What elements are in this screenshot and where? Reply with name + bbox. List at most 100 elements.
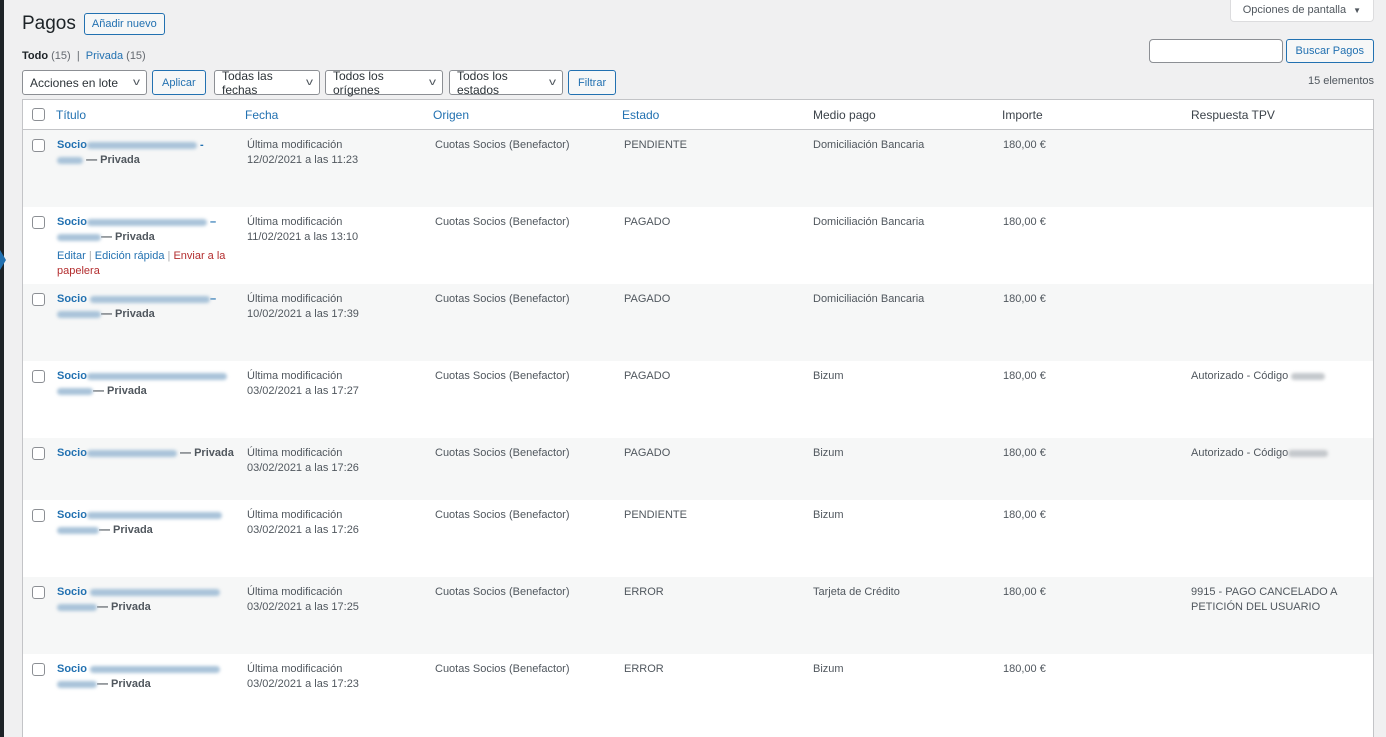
row-date-cell: Última modificación 03/02/2021 a las 17:…	[247, 446, 359, 476]
row-title-link[interactable]: Socio	[57, 447, 87, 459]
row-date-cell: Última modificación 03/02/2021 a las 17:…	[247, 508, 359, 538]
row-checkbox[interactable]	[32, 663, 45, 676]
row-title-link[interactable]: Socio	[57, 586, 87, 598]
select-all-checkbox[interactable]	[32, 108, 45, 121]
table-row: Socio — Privada Última modificación 03/0…	[23, 500, 1373, 577]
row-date: 03/02/2021 a las 17:26	[247, 462, 359, 474]
row-status: PAGADO	[624, 293, 671, 305]
redacted-text	[57, 233, 101, 241]
row-title-cell: Socio — Privada	[57, 508, 232, 538]
redacted-text	[57, 310, 101, 318]
row-amount: 180,00 €	[1003, 586, 1046, 598]
origin-filter-select[interactable]: Todos los orígenes v	[325, 69, 443, 97]
items-count: 15 elementos	[1307, 75, 1374, 87]
admin-sidebar-edge	[0, 0, 6, 737]
column-origin[interactable]: Origen	[433, 108, 469, 122]
row-checkbox[interactable]	[32, 586, 45, 599]
row-date-label: Última modificación	[247, 370, 343, 382]
row-title-cell: Socio — Privada	[57, 662, 232, 692]
row-origin: Cuotas Socios (Benefactor)	[435, 663, 570, 675]
status-filter-select[interactable]: Todos los estados v	[449, 69, 563, 97]
bulk-actions-value: Acciones en lote	[30, 75, 119, 90]
column-payment-method: Medio pago	[813, 108, 876, 122]
column-status[interactable]: Estado	[622, 108, 659, 122]
view-private-link[interactable]: Privada	[86, 50, 123, 62]
post-state: — Privada	[180, 447, 234, 459]
row-date: 03/02/2021 a las 17:23	[247, 678, 359, 690]
post-state: — Privada	[99, 524, 153, 536]
redacted-text	[57, 526, 99, 534]
column-title[interactable]: Título	[56, 108, 86, 122]
caret-down-icon: ▼	[1353, 5, 1361, 15]
row-title-link[interactable]: Socio	[57, 370, 87, 382]
apply-button[interactable]: Aplicar	[152, 70, 206, 95]
row-date: 03/02/2021 a las 17:26	[247, 524, 359, 536]
row-status: PAGADO	[624, 370, 671, 382]
row-payment-method: Tarjeta de Crédito	[813, 586, 900, 598]
row-checkbox[interactable]	[32, 509, 45, 522]
screen-options-button[interactable]: Opciones de pantalla ▼	[1229, 0, 1374, 22]
table-row: Socio — Privada Última modificación 03/0…	[23, 654, 1373, 737]
row-date-cell: Última modificación 03/02/2021 a las 17:…	[247, 662, 359, 692]
table-row: Socio — Privada Última modificación 03/0…	[23, 577, 1373, 654]
row-amount: 180,00 €	[1003, 139, 1046, 151]
date-filter-select[interactable]: Todas las fechas v	[214, 69, 320, 97]
row-checkbox[interactable]	[32, 139, 45, 152]
table-row: Socio – — Privada Última modificación 10…	[23, 284, 1373, 361]
chevron-down-icon: v	[549, 77, 556, 88]
row-amount: 180,00 €	[1003, 447, 1046, 459]
row-title-cell: Socio — Privada	[57, 446, 247, 461]
row-title-link[interactable]: Socio	[57, 293, 87, 305]
row-tpv-response: Autorizado - Código	[1191, 447, 1289, 459]
row-checkbox[interactable]	[32, 370, 45, 383]
table-row: Socio — Privada Última modificación 03/0…	[23, 438, 1373, 500]
redacted-text	[90, 665, 221, 673]
add-new-button[interactable]: Añadir nuevo	[83, 13, 165, 35]
current-menu-arrow-icon	[0, 250, 6, 270]
row-status: PAGADO	[624, 447, 671, 459]
view-all-link[interactable]: Todo	[22, 50, 48, 62]
chevron-down-icon: v	[133, 77, 140, 88]
row-amount: 180,00 €	[1003, 216, 1046, 228]
bulk-actions-select[interactable]: Acciones en lote v	[22, 70, 147, 95]
row-date-label: Última modificación	[247, 663, 343, 675]
redacted-text	[86, 511, 222, 519]
row-origin: Cuotas Socios (Benefactor)	[435, 586, 570, 598]
post-state: — Privada	[101, 231, 155, 243]
redacted-text	[57, 680, 97, 688]
row-tpv-response-cell: Autorizado - Código	[1191, 446, 1329, 461]
row-payment-method: Domiciliación Bancaria	[813, 216, 925, 228]
edit-link[interactable]: Editar	[57, 250, 86, 262]
redacted-text	[86, 372, 227, 380]
row-title-cell: Socio — Privada	[57, 369, 232, 399]
row-checkbox[interactable]	[32, 447, 45, 460]
row-title-link[interactable]: Socio	[57, 139, 87, 151]
row-payment-method: Bizum	[813, 447, 844, 459]
row-date-label: Última modificación	[247, 216, 343, 228]
row-title-cell: Socio — Privada	[57, 585, 232, 615]
row-checkbox[interactable]	[32, 216, 45, 229]
row-payment-method: Bizum	[813, 663, 844, 675]
table-row: Socio – — Privada Editar | Edición rápid…	[23, 207, 1373, 284]
row-payment-method: Domiciliación Bancaria	[813, 139, 925, 151]
row-origin: Cuotas Socios (Benefactor)	[435, 370, 570, 382]
quick-edit-link[interactable]: Edición rápida	[95, 250, 165, 262]
action-separator: |	[167, 250, 171, 262]
row-payment-method: Domiciliación Bancaria	[813, 293, 925, 305]
row-payment-method: Bizum	[813, 370, 844, 382]
row-title-link[interactable]: Socio	[57, 509, 87, 521]
column-date[interactable]: Fecha	[245, 108, 278, 122]
row-date-cell: Última modificación 12/02/2021 a las 11:…	[247, 138, 358, 168]
filter-button[interactable]: Filtrar	[568, 70, 617, 95]
table-row: Socio — Privada Última modificación 03/0…	[23, 361, 1373, 438]
search-button[interactable]: Buscar Pagos	[1285, 39, 1374, 63]
row-title-link[interactable]: Socio	[57, 663, 87, 675]
row-title-link[interactable]: Socio	[57, 216, 87, 228]
redacted-text	[86, 218, 207, 226]
page-title: Pagos	[22, 13, 76, 34]
row-status: ERROR	[624, 586, 664, 598]
row-checkbox[interactable]	[32, 293, 45, 306]
search-input[interactable]	[1148, 39, 1283, 63]
row-origin: Cuotas Socios (Benefactor)	[435, 293, 570, 305]
view-separator: |	[76, 50, 80, 62]
